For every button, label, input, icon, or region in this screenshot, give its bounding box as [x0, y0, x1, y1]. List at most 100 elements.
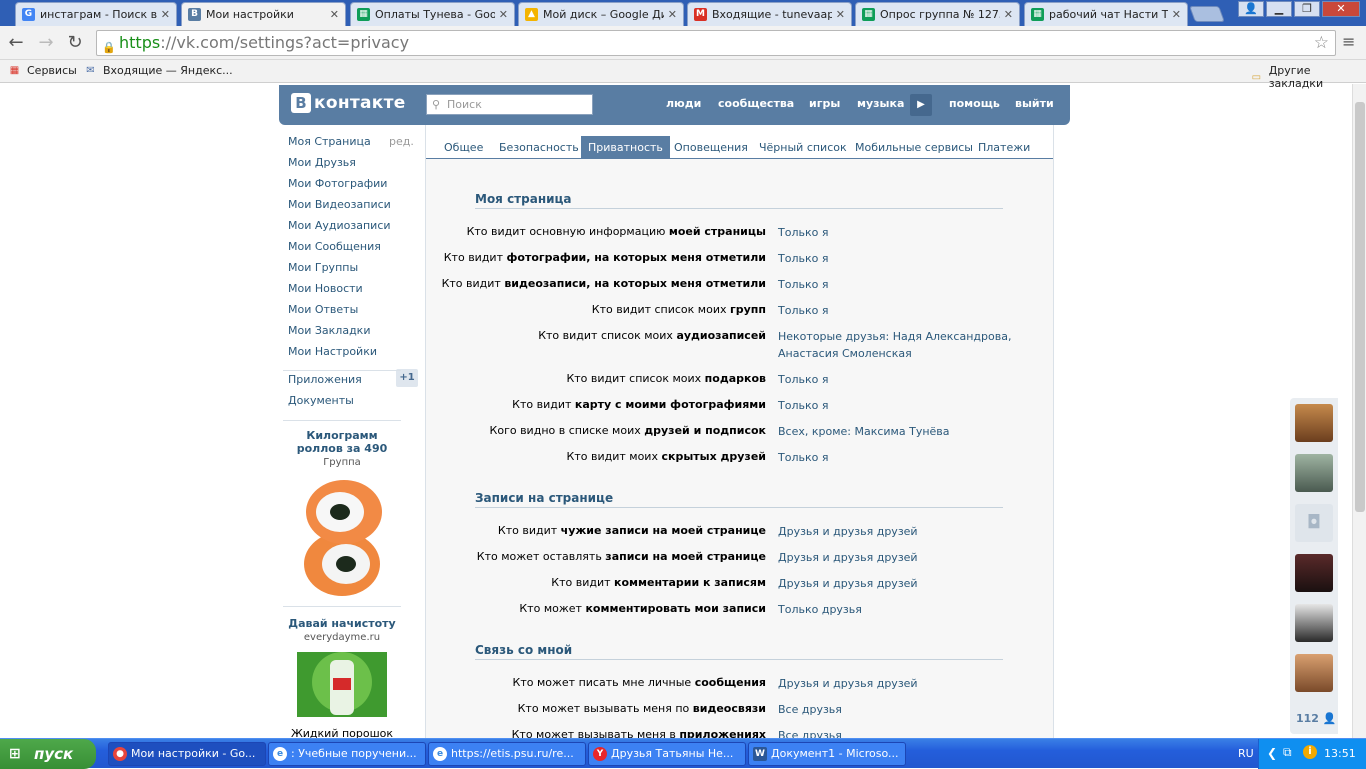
menu-answers[interactable]: Мои Ответы — [288, 303, 358, 316]
back-arrow-icon[interactable]: ❮ — [1267, 746, 1277, 760]
close-icon[interactable]: ✕ — [836, 8, 845, 21]
tab-notifications[interactable]: Оповещения — [667, 136, 755, 159]
privacy-value[interactable]: Только я — [778, 224, 828, 241]
network-icon[interactable]: ⧉ — [1283, 745, 1292, 760]
tab-security[interactable]: Безопасность — [492, 136, 586, 159]
ad-title[interactable]: Килограмм роллов за 490 — [283, 429, 401, 455]
friend-avatar[interactable] — [1295, 454, 1333, 492]
close-icon[interactable]: ✕ — [330, 8, 339, 21]
nav-logout[interactable]: выйти — [1015, 97, 1054, 110]
close-window-button[interactable]: ✕ — [1322, 1, 1360, 17]
bookmark-other[interactable]: ▭ Другие закладки — [1250, 64, 1366, 90]
menu-audio[interactable]: Мои Аудиозаписи — [288, 219, 391, 232]
friends-count[interactable]: 112 👤 — [1296, 712, 1337, 725]
browser-tab[interactable]: G инстаграм - Поиск в Go ✕ — [15, 2, 177, 26]
friend-avatar[interactable] — [1295, 654, 1333, 692]
browser-tab[interactable]: ▦ рабочий чат Насти Тун ✕ — [1024, 2, 1188, 26]
menu-messages[interactable]: Мои Сообщения — [288, 240, 381, 253]
privacy-value[interactable]: Только я — [778, 397, 828, 414]
taskbar-label: Документ1 - Microso... — [771, 747, 899, 760]
back-icon[interactable]: ← — [4, 31, 28, 55]
menu-photos[interactable]: Мои Фотографии — [288, 177, 387, 190]
privacy-value[interactable]: Все друзья — [778, 701, 842, 718]
browser-tab[interactable]: ▦ Опрос группа № 1275 ✕ — [855, 2, 1020, 26]
nav-communities[interactable]: сообщества — [718, 97, 794, 110]
close-icon[interactable]: ✕ — [668, 8, 677, 21]
privacy-value[interactable]: Только я — [778, 276, 828, 293]
menu-news[interactable]: Мои Новости — [288, 282, 363, 295]
taskbar-button[interactable]: ● Мои настройки - Go... — [108, 742, 266, 766]
taskbar-button[interactable]: e https://etis.psu.ru/re... — [428, 742, 586, 766]
user-icon[interactable]: 👤 — [1238, 1, 1264, 17]
bookmark-yandex-mail[interactable]: ✉ Входящие — Яндекс... — [84, 64, 232, 77]
privacy-value-continued[interactable]: Анастасия Смоленская — [778, 345, 912, 362]
nav-games[interactable]: игры — [809, 97, 840, 110]
friend-avatar[interactable] — [1295, 404, 1333, 442]
page-scrollbar[interactable] — [1352, 84, 1366, 740]
menu-bookmarks[interactable]: Мои Закладки — [288, 324, 370, 337]
play-icon[interactable]: ▶ — [910, 94, 932, 116]
privacy-value[interactable]: Друзья и друзья друзей — [778, 575, 918, 592]
privacy-value[interactable]: Друзья и друзья друзей — [778, 523, 918, 540]
vk-logo[interactable]: В контакте — [291, 93, 406, 113]
edit-link[interactable]: ред. — [389, 135, 414, 148]
browser-tab[interactable]: ▲ Мой диск – Google Дис ✕ — [518, 2, 684, 26]
privacy-value[interactable]: Только я — [778, 371, 828, 388]
tab-mobile[interactable]: Мобильные сервисы — [848, 136, 980, 159]
privacy-value[interactable]: Друзья и друзья друзей — [778, 549, 918, 566]
sushi-ad-image[interactable] — [302, 476, 384, 598]
search-input[interactable]: ⚲ Поиск — [426, 94, 593, 115]
ad-title[interactable]: Давай начистоту — [283, 617, 401, 630]
gmail-icon: M — [694, 8, 707, 21]
minimize-button[interactable]: ▁ — [1266, 1, 1292, 17]
close-icon[interactable]: ✕ — [1004, 8, 1013, 21]
privacy-value[interactable]: Некоторые друзья: Надя Александрова, — [778, 328, 1011, 345]
tab-blacklist[interactable]: Чёрный список — [752, 136, 854, 159]
browser-tab[interactable]: M Входящие - tunevaap@ ✕ — [687, 2, 852, 26]
privacy-value[interactable]: Только друзья — [778, 601, 862, 618]
forward-icon[interactable]: → — [34, 31, 58, 55]
sheets-icon: ▦ — [357, 8, 370, 21]
ariel-ad-image[interactable] — [297, 652, 387, 717]
tab-privacy[interactable]: Приватность — [581, 136, 670, 159]
tab-payments[interactable]: Платежи — [971, 136, 1037, 159]
menu-friends[interactable]: Мои Друзья — [288, 156, 356, 169]
bookmark-services[interactable]: ▦ Сервисы — [8, 64, 77, 77]
address-bar[interactable]: 🔒 https://vk.com/settings?act=privacy ☆ — [96, 30, 1336, 56]
new-tab-button[interactable] — [1189, 6, 1225, 22]
tab-general[interactable]: Общее — [437, 136, 490, 159]
menu-documents[interactable]: Документы — [288, 394, 354, 407]
privacy-value[interactable]: Только я — [778, 302, 828, 319]
nav-music[interactable]: музыка — [857, 97, 904, 110]
privacy-value[interactable]: Друзья и друзья друзей — [778, 675, 918, 692]
camera-icon[interactable]: ◘ — [1295, 504, 1333, 542]
maximize-button[interactable]: ❐ — [1294, 1, 1320, 17]
friend-avatar[interactable] — [1295, 604, 1333, 642]
friend-avatar[interactable] — [1295, 554, 1333, 592]
menu-apps[interactable]: Приложения — [288, 373, 362, 386]
menu-videos[interactable]: Мои Видеозаписи — [288, 198, 391, 211]
privacy-value[interactable]: Только я — [778, 250, 828, 267]
taskbar-button[interactable]: e : Учебные поручени... — [268, 742, 426, 766]
menu-my-page[interactable]: Моя Страница — [288, 135, 371, 148]
close-icon[interactable]: ✕ — [499, 8, 508, 21]
reload-icon[interactable]: ↻ — [63, 31, 87, 55]
menu-groups[interactable]: Мои Группы — [288, 261, 358, 274]
taskbar-button[interactable]: Y Друзья Татьяны Не... — [588, 742, 746, 766]
privacy-value[interactable]: Только я — [778, 449, 828, 466]
nav-help[interactable]: помощь — [949, 97, 1000, 110]
scroll-thumb[interactable] — [1355, 102, 1365, 512]
taskbar-button[interactable]: W Документ1 - Microso... — [748, 742, 906, 766]
menu-settings[interactable]: Мои Настройки — [288, 345, 377, 358]
privacy-value[interactable]: Всех, кроме: Максима Тунёва — [778, 423, 950, 440]
menu-icon[interactable]: ≡ — [1342, 32, 1355, 51]
close-icon[interactable]: ✕ — [1172, 8, 1181, 21]
language-indicator[interactable]: RU — [1238, 747, 1254, 760]
browser-tab-active[interactable]: В Мои настройки ✕ — [181, 2, 346, 26]
info-icon[interactable]: i — [1303, 745, 1317, 759]
start-button[interactable]: ⊞ пуск — [0, 739, 96, 769]
nav-people[interactable]: люди — [666, 97, 701, 110]
star-icon[interactable]: ☆ — [1314, 31, 1329, 55]
close-icon[interactable]: ✕ — [161, 8, 170, 21]
browser-tab[interactable]: ▦ Оплаты Тунева - Goog ✕ — [350, 2, 515, 26]
